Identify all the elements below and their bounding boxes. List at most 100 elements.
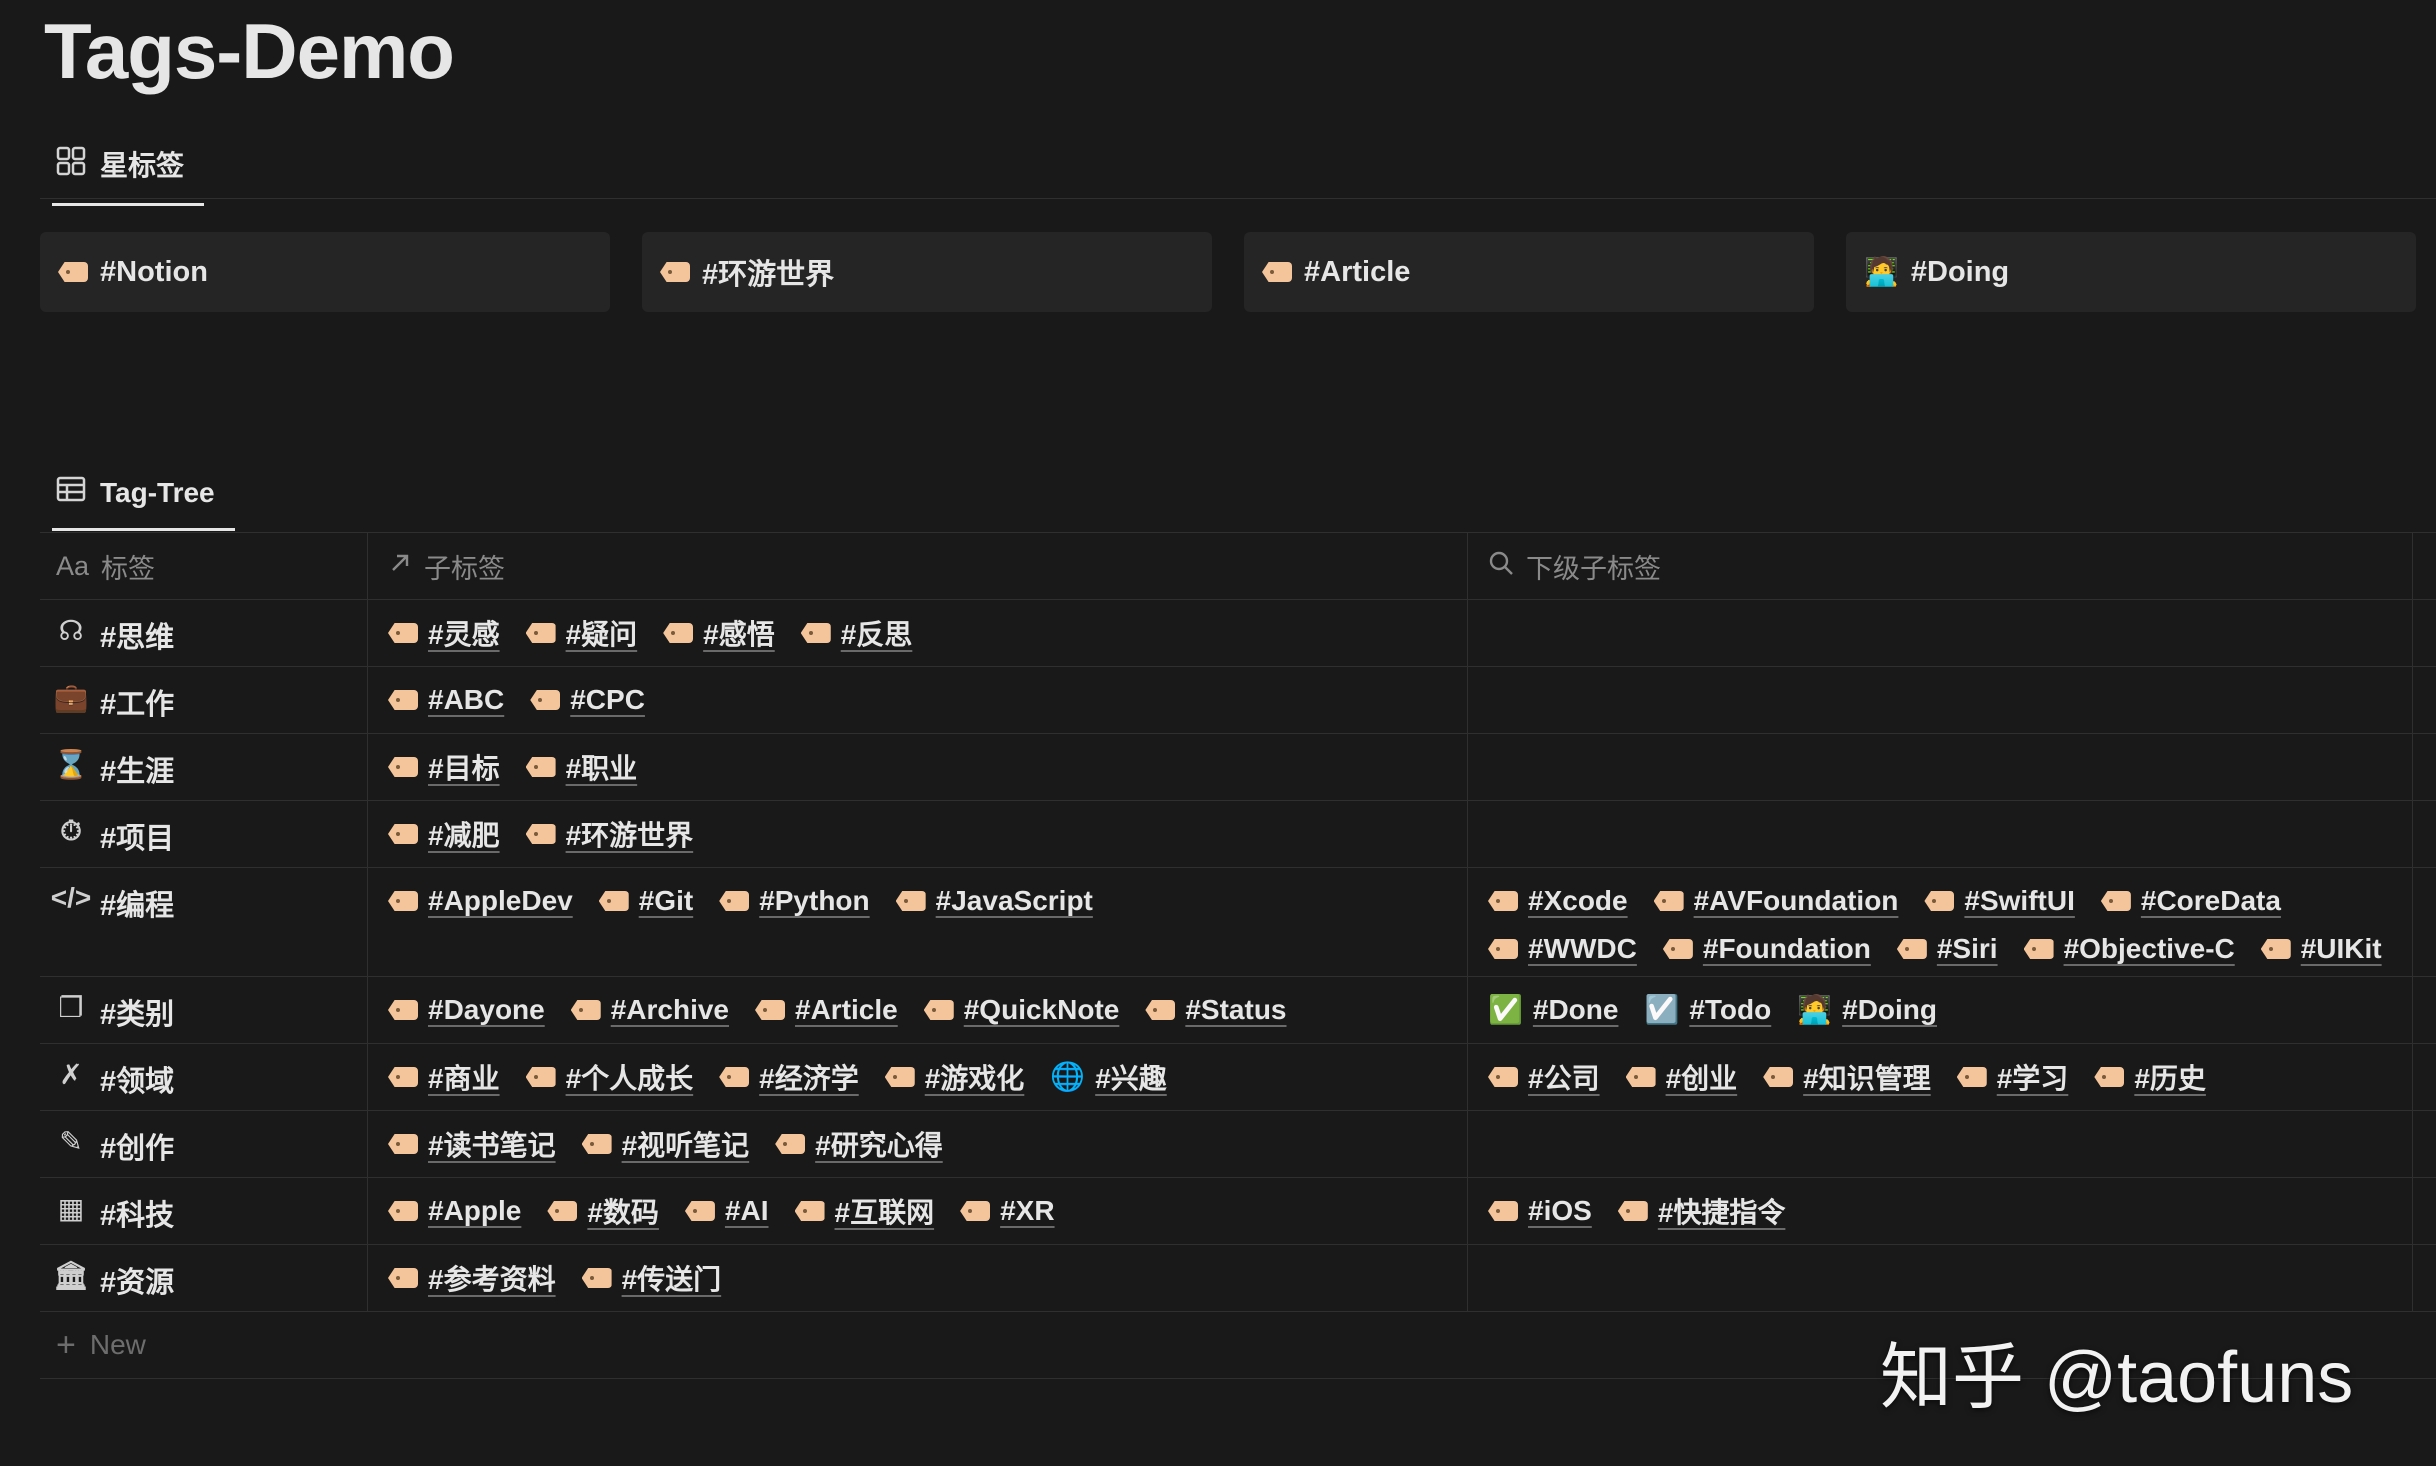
relation-chip[interactable]: #Siri <box>1896 930 1998 968</box>
tag-cell[interactable]: ☊ #思维 <box>40 600 368 666</box>
table-row[interactable]: ❐ #类别 #Dayone #Archive #Article #QuickNote #St… <box>40 977 2436 1044</box>
sub-children-cell[interactable] <box>1468 1111 2413 1177</box>
tag-cell[interactable]: ▦ #科技 <box>40 1178 368 1244</box>
relation-chip[interactable]: #ABC <box>388 681 504 719</box>
relation-chip[interactable]: #UIKit <box>2260 930 2382 968</box>
relation-chip[interactable]: #感悟 <box>663 614 775 652</box>
sub-children-cell[interactable] <box>1468 667 2413 733</box>
relation-chip[interactable]: #CPC <box>530 681 645 719</box>
relation-chip[interactable]: #互联网 <box>794 1192 934 1230</box>
tag-cell[interactable]: ❐ #类别 <box>40 977 368 1043</box>
children-cell[interactable]: #Apple #数码 #AI #互联网 #XR <box>368 1178 1468 1244</box>
tag-cell[interactable]: 💼 #工作 <box>40 667 368 733</box>
relation-chip[interactable]: 🧑‍💻 #Doing <box>1797 991 1937 1029</box>
relation-chip[interactable]: #减肥 <box>388 815 500 853</box>
relation-chip[interactable]: #AppleDev <box>388 882 573 920</box>
table-row[interactable]: </> #编程 #AppleDev #Git #Python #JavaScript #Xc… <box>40 868 2436 977</box>
relation-chip[interactable]: #研究心得 <box>775 1125 943 1163</box>
tag-cell[interactable]: </> #编程 <box>40 868 368 976</box>
table-row[interactable]: ⌛ #生涯 #目标 #职业 <box>40 734 2436 801</box>
relation-chip[interactable]: #CoreData <box>2100 882 2281 920</box>
relation-chip[interactable]: #Dayone <box>388 991 545 1029</box>
table-row[interactable]: ⏱ #项目 #减肥 #环游世界 <box>40 801 2436 868</box>
table-row[interactable]: ✎ #创作 #读书笔记 #视听笔记 #研究心得 <box>40 1111 2436 1178</box>
relation-chip[interactable]: #Status <box>1145 991 1287 1029</box>
relation-chip[interactable]: #Article <box>755 991 898 1029</box>
children-cell[interactable]: #Dayone #Archive #Article #QuickNote #Status <box>368 977 1468 1043</box>
relation-chip[interactable]: #Foundation <box>1662 930 1871 968</box>
relation-chip[interactable]: #疑问 <box>525 614 637 652</box>
relation-chip[interactable]: #QuickNote <box>923 991 1119 1029</box>
header-children[interactable]: 子标签 <box>368 533 1468 599</box>
relation-chip[interactable]: #Objective-C <box>2023 930 2235 968</box>
table-row[interactable]: ✗ #领域 #商业 #个人成长 #经济学 #游戏化 🌐 #兴趣 #公司 #创业 #知识管理 #学习 #历… <box>40 1044 2436 1111</box>
children-cell[interactable]: #ABC #CPC <box>368 667 1468 733</box>
header-sub-children[interactable]: 下级子标签 <box>1468 533 2413 599</box>
relation-chip[interactable]: #传送门 <box>581 1259 721 1297</box>
tag-cell[interactable]: 🏛 #资源 <box>40 1245 368 1311</box>
relation-chip[interactable]: ☑️ #Todo <box>1644 991 1771 1029</box>
table-row[interactable]: 🏛 #资源 #参考资料 #传送门 <box>40 1245 2436 1312</box>
relation-chip[interactable]: ✅ #Done <box>1488 991 1618 1029</box>
sub-children-cell[interactable]: #Xcode #AVFoundation #SwiftUI #CoreData #WWD… <box>1468 868 2413 976</box>
relation-chip[interactable]: #数码 <box>547 1192 659 1230</box>
tab-starred-tags[interactable]: 星标签 <box>52 144 205 206</box>
relation-chip[interactable]: #XR <box>960 1192 1055 1230</box>
relation-chip[interactable]: #反思 <box>800 614 912 652</box>
sub-children-cell[interactable]: ✅ #Done ☑️ #Todo 🧑‍💻 #Doing <box>1468 977 2413 1043</box>
relation-chip[interactable]: #JavaScript <box>895 882 1093 920</box>
relation-chip[interactable]: #AI <box>684 1192 769 1230</box>
relation-chip[interactable]: #参考资料 <box>388 1259 556 1297</box>
relation-chip[interactable]: #Python <box>719 882 870 920</box>
gallery-card[interactable]: #环游世界 <box>642 232 1212 312</box>
children-cell[interactable]: #商业 #个人成长 #经济学 #游戏化 🌐 #兴趣 <box>368 1044 1468 1110</box>
sub-children-cell[interactable] <box>1468 600 2413 666</box>
relation-chip[interactable]: #公司 <box>1488 1058 1600 1096</box>
relation-chip[interactable]: #iOS <box>1488 1192 1592 1230</box>
relation-chip[interactable]: #环游世界 <box>525 815 693 853</box>
table-row[interactable]: ☊ #思维 #灵感 #疑问 #感悟 #反思 <box>40 600 2436 667</box>
children-cell[interactable]: #AppleDev #Git #Python #JavaScript <box>368 868 1468 976</box>
relation-chip[interactable]: #Xcode <box>1488 882 1628 920</box>
relation-chip[interactable]: #知识管理 <box>1763 1058 1931 1096</box>
relation-chip[interactable]: #历史 <box>2094 1058 2206 1096</box>
relation-chip[interactable]: #SwiftUI <box>1924 882 2075 920</box>
relation-chip[interactable]: #学习 <box>1956 1058 2068 1096</box>
relation-chip[interactable]: #经济学 <box>719 1058 859 1096</box>
tag-cell[interactable]: ⏱ #项目 <box>40 801 368 867</box>
relation-chip[interactable]: #Git <box>598 882 693 920</box>
relation-chip[interactable]: 🌐 #兴趣 <box>1050 1058 1166 1096</box>
relation-chip[interactable]: #Apple <box>388 1192 521 1230</box>
sub-children-cell[interactable]: #iOS #快捷指令 <box>1468 1178 2413 1244</box>
relation-chip[interactable]: #游戏化 <box>884 1058 1024 1096</box>
sub-children-cell[interactable] <box>1468 801 2413 867</box>
relation-chip[interactable]: #WWDC <box>1488 930 1637 968</box>
table-row[interactable]: ▦ #科技 #Apple #数码 #AI #互联网 #XR #iOS #快捷指令 <box>40 1178 2436 1245</box>
gallery-card[interactable]: #Article <box>1244 232 1814 312</box>
relation-chip[interactable]: #创业 <box>1625 1058 1737 1096</box>
sub-children-cell[interactable] <box>1468 1245 2413 1311</box>
gallery-card[interactable]: #Notion <box>40 232 610 312</box>
relation-chip[interactable]: #读书笔记 <box>388 1125 556 1163</box>
relation-chip[interactable]: #AVFoundation <box>1653 882 1898 920</box>
relation-chip[interactable]: #快捷指令 <box>1617 1192 1785 1230</box>
relation-chip[interactable]: #Archive <box>570 991 729 1029</box>
tab-tag-tree[interactable]: Tag-Tree <box>52 476 235 531</box>
gallery-card[interactable]: 🧑‍💻 #Doing <box>1846 232 2416 312</box>
relation-chip[interactable]: #个人成长 <box>525 1058 693 1096</box>
relation-chip[interactable]: #灵感 <box>388 614 500 652</box>
tag-cell[interactable]: ✗ #领域 <box>40 1044 368 1110</box>
children-cell[interactable]: #减肥 #环游世界 <box>368 801 1468 867</box>
sub-children-cell[interactable] <box>1468 734 2413 800</box>
tag-cell[interactable]: ✎ #创作 <box>40 1111 368 1177</box>
tag-cell[interactable]: ⌛ #生涯 <box>40 734 368 800</box>
relation-chip[interactable]: #目标 <box>388 748 500 786</box>
children-cell[interactable]: #参考资料 #传送门 <box>368 1245 1468 1311</box>
table-row[interactable]: 💼 #工作 #ABC #CPC <box>40 667 2436 734</box>
children-cell[interactable]: #灵感 #疑问 #感悟 #反思 <box>368 600 1468 666</box>
relation-chip[interactable]: #视听笔记 <box>581 1125 749 1163</box>
sub-children-cell[interactable]: #公司 #创业 #知识管理 #学习 #历史 <box>1468 1044 2413 1110</box>
relation-chip[interactable]: #商业 <box>388 1058 500 1096</box>
header-tag[interactable]: Aa 标签 <box>40 533 368 599</box>
children-cell[interactable]: #目标 #职业 <box>368 734 1468 800</box>
